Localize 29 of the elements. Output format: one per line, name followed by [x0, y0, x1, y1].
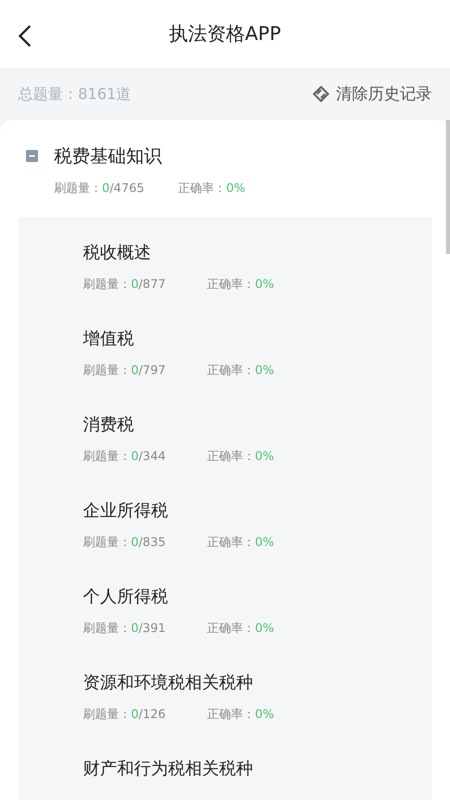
practice-count: 刷题量：0/344 — [83, 448, 167, 465]
practice-count: 刷题量：0/877 — [83, 276, 167, 293]
accuracy-rate: 正确率：0% — [178, 180, 246, 197]
eraser-icon — [312, 85, 330, 103]
accuracy-rate: 正确率：0% — [207, 276, 274, 293]
practice-count: 刷题量：0/126 — [83, 706, 167, 723]
collapse-icon[interactable] — [26, 150, 38, 162]
page-title: 执法资格APP — [169, 22, 281, 47]
practice-count: 刷题量：0/391 — [83, 620, 167, 637]
clear-history-button[interactable]: 清除历史记录 — [312, 84, 432, 104]
practice-count: 刷题量：0/4765 — [54, 180, 144, 197]
accuracy-rate: 正确率：0% — [207, 362, 274, 379]
total-count: 总题量：8161道 — [18, 84, 132, 104]
chapter-title[interactable]: 增值税 — [83, 329, 134, 349]
chapter-title[interactable]: 税收概述 — [83, 243, 151, 263]
accuracy-rate: 正确率：0% — [207, 534, 274, 551]
practice-count: 刷题量：0/797 — [83, 362, 167, 379]
chapter-title[interactable]: 资源和环境税相关税种 — [83, 673, 253, 693]
accuracy-rate: 正确率：0% — [207, 620, 274, 637]
chapter-title[interactable]: 消费税 — [83, 415, 134, 435]
scrollbar[interactable] — [446, 120, 450, 254]
section-title[interactable]: 税费基础知识 — [54, 144, 162, 168]
practice-count: 刷题量：0/835 — [83, 534, 167, 551]
accuracy-rate: 正确率：0% — [207, 448, 274, 465]
accuracy-rate: 正确率：0% — [207, 706, 274, 723]
chapter-title[interactable]: 个人所得税 — [83, 587, 168, 607]
back-icon — [18, 24, 32, 48]
chapter-title[interactable]: 企业所得税 — [83, 501, 168, 521]
chapter-title[interactable]: 财产和行为税相关税种 — [83, 759, 253, 779]
